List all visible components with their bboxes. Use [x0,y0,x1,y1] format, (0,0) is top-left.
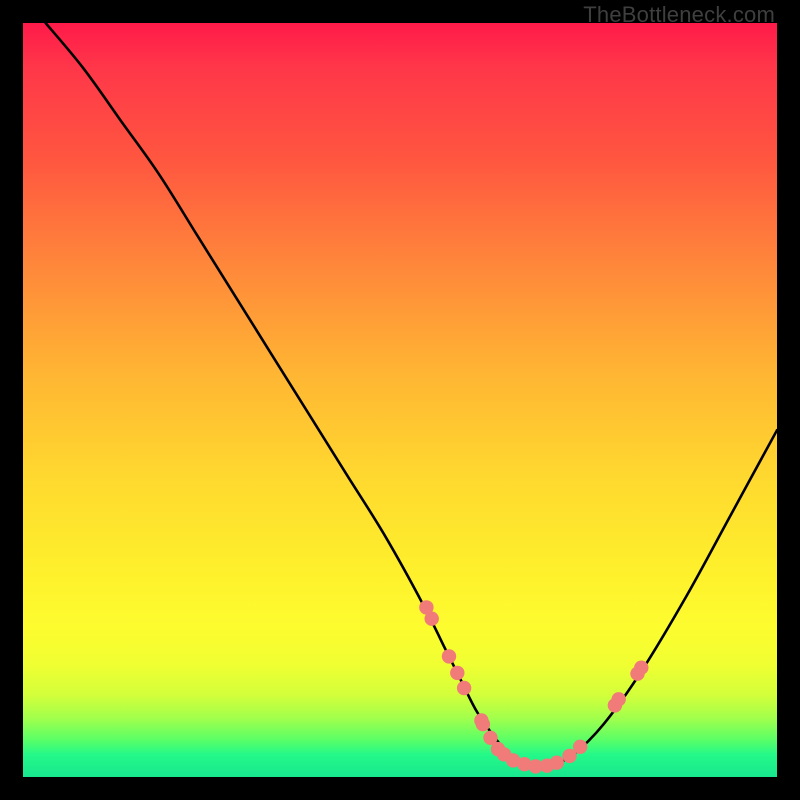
chart-frame [23,23,777,777]
chart-svg [23,23,777,777]
marker-group [419,600,648,773]
attribution-label: TheBottleneck.com [583,2,775,28]
data-point-marker [450,666,464,680]
data-point-marker [634,661,648,675]
data-point-marker [425,612,439,626]
data-point-marker [442,649,456,663]
bottleneck-curve [46,23,777,768]
data-point-marker [476,717,490,731]
data-point-marker [612,692,626,706]
plot-area [23,23,777,777]
data-point-marker [573,740,587,754]
data-point-marker [550,756,564,770]
data-point-marker [457,681,471,695]
